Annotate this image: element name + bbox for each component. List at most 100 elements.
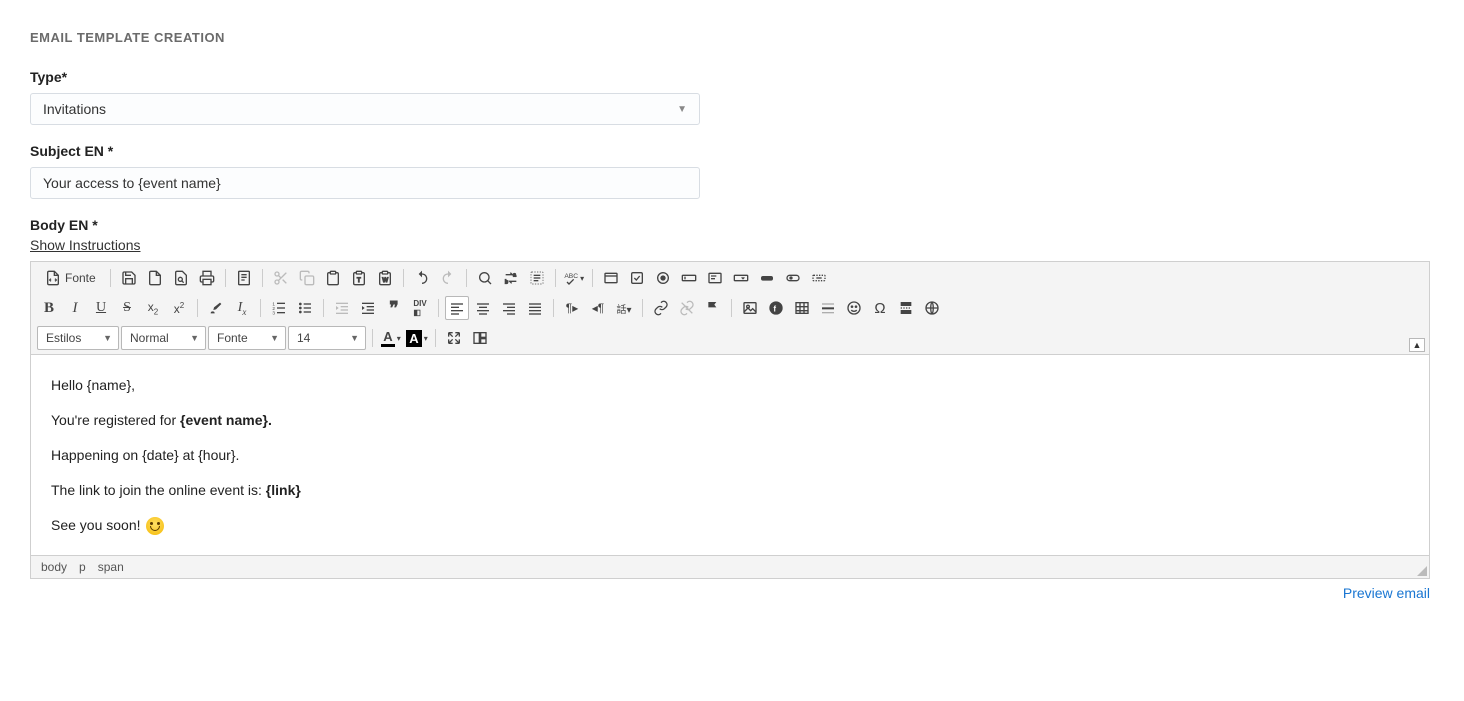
path-p[interactable]: p xyxy=(79,560,86,574)
print-button[interactable] xyxy=(195,266,219,290)
cut-button[interactable] xyxy=(269,266,293,290)
new-page-button[interactable] xyxy=(143,266,167,290)
toolbar-separator xyxy=(262,269,263,287)
link-button[interactable] xyxy=(649,296,673,320)
hidden-field-button[interactable] xyxy=(807,266,831,290)
underline-button[interactable]: U xyxy=(89,296,113,320)
subject-input[interactable] xyxy=(43,175,687,191)
outdent-button[interactable] xyxy=(330,296,354,320)
maximize-icon xyxy=(446,330,462,346)
svg-text:f: f xyxy=(773,304,776,313)
radio-button[interactable] xyxy=(651,266,675,290)
size-dropdown[interactable]: 14▼ xyxy=(288,326,366,350)
brush-icon xyxy=(208,300,224,316)
specialchar-button[interactable]: Ω xyxy=(868,296,892,320)
language-button[interactable]: 話▾ xyxy=(612,296,636,320)
body-line3: Happening on {date} at {hour}. xyxy=(51,447,239,463)
copy-button[interactable] xyxy=(295,266,319,290)
iframe-button[interactable] xyxy=(920,296,944,320)
smiley-icon xyxy=(146,517,164,535)
preview-button[interactable] xyxy=(169,266,193,290)
text-color-button[interactable]: A▾ xyxy=(379,326,403,350)
rtl-button[interactable]: ◂¶ xyxy=(586,296,610,320)
pagebreak-button[interactable] xyxy=(894,296,918,320)
paste-button[interactable] xyxy=(321,266,345,290)
select-field-button[interactable] xyxy=(729,266,753,290)
maximize-button[interactable] xyxy=(442,326,466,350)
source-button[interactable]: Fonte xyxy=(37,266,104,290)
path-body[interactable]: body xyxy=(41,560,67,574)
paste-word-button[interactable]: W xyxy=(373,266,397,290)
print-icon xyxy=(199,270,215,286)
superscript-button[interactable]: x2 xyxy=(167,296,191,320)
toolbar-separator xyxy=(466,269,467,287)
justify-button[interactable] xyxy=(523,296,547,320)
numbered-list-button[interactable]: 123 xyxy=(267,296,291,320)
blocks-icon xyxy=(472,330,488,346)
button-field-button[interactable] xyxy=(755,266,779,290)
templates-button[interactable] xyxy=(232,266,256,290)
toolbar-collapse-button[interactable]: ▲ xyxy=(1409,338,1425,352)
toolbar-separator xyxy=(555,269,556,287)
font-dd-label: Fonte xyxy=(217,331,248,345)
show-instructions-link[interactable]: Show Instructions xyxy=(30,237,141,253)
div-button[interactable]: DIV◧ xyxy=(408,296,432,320)
paste-text-button[interactable]: T xyxy=(347,266,371,290)
italic-button[interactable]: I xyxy=(63,296,87,320)
align-left-button[interactable] xyxy=(445,296,469,320)
size-dd-label: 14 xyxy=(297,331,310,345)
type-select[interactable]: Invitations ▼ xyxy=(30,93,700,125)
smiley-button[interactable] xyxy=(842,296,866,320)
bullet-list-button[interactable] xyxy=(293,296,317,320)
toolbar-separator xyxy=(110,269,111,287)
checkbox-button[interactable] xyxy=(625,266,649,290)
indent-button[interactable] xyxy=(356,296,380,320)
copy-format-button[interactable] xyxy=(204,296,228,320)
align-right-button[interactable] xyxy=(497,296,521,320)
type-field-group: Type* Invitations ▼ xyxy=(30,69,1434,125)
pagebreak-icon xyxy=(898,300,914,316)
type-select-value: Invitations xyxy=(43,101,106,117)
resize-grip[interactable] xyxy=(1417,566,1427,576)
select-all-icon xyxy=(529,270,545,286)
hr-button[interactable] xyxy=(816,296,840,320)
paste-icon xyxy=(325,270,341,286)
textarea-button[interactable] xyxy=(703,266,727,290)
toolbar-separator xyxy=(403,269,404,287)
undo-button[interactable] xyxy=(410,266,434,290)
styles-dropdown[interactable]: Estilos▼ xyxy=(37,326,119,350)
unlink-button[interactable] xyxy=(675,296,699,320)
bg-color-button[interactable]: A▾ xyxy=(405,326,429,350)
italic-icon: I xyxy=(73,300,78,317)
preview-email-link[interactable]: Preview email xyxy=(1343,585,1430,601)
show-blocks-button[interactable] xyxy=(468,326,492,350)
link-icon xyxy=(653,300,669,316)
subject-field-group: Subject EN * xyxy=(30,143,1434,199)
font-dropdown[interactable]: Fonte▼ xyxy=(208,326,286,350)
ltr-button[interactable]: ¶▸ xyxy=(560,296,584,320)
redo-button[interactable] xyxy=(436,266,460,290)
image-button[interactable] xyxy=(738,296,762,320)
bold-button[interactable]: B xyxy=(37,296,61,320)
find-button[interactable] xyxy=(473,266,497,290)
format-dropdown[interactable]: Normal▼ xyxy=(121,326,206,350)
subscript-button[interactable]: x2 xyxy=(141,296,165,320)
align-center-icon xyxy=(475,300,491,316)
select-all-button[interactable] xyxy=(525,266,549,290)
strike-button[interactable]: S xyxy=(115,296,139,320)
image-field-button[interactable] xyxy=(781,266,805,290)
replace-button[interactable]: ba xyxy=(499,266,523,290)
form-button[interactable] xyxy=(599,266,623,290)
redo-icon xyxy=(440,270,456,286)
align-center-button[interactable] xyxy=(471,296,495,320)
flash-button[interactable]: f xyxy=(764,296,788,320)
textfield-button[interactable] xyxy=(677,266,701,290)
spellcheck-button[interactable]: ABC▾ xyxy=(562,266,586,290)
remove-format-button[interactable]: Ix xyxy=(230,296,254,320)
path-span[interactable]: span xyxy=(98,560,124,574)
save-button[interactable] xyxy=(117,266,141,290)
anchor-button[interactable] xyxy=(701,296,725,320)
blockquote-button[interactable]: ❞ xyxy=(382,296,406,320)
table-button[interactable] xyxy=(790,296,814,320)
editor-content-area[interactable]: Hello {name}, You're registered for {eve… xyxy=(31,355,1429,555)
